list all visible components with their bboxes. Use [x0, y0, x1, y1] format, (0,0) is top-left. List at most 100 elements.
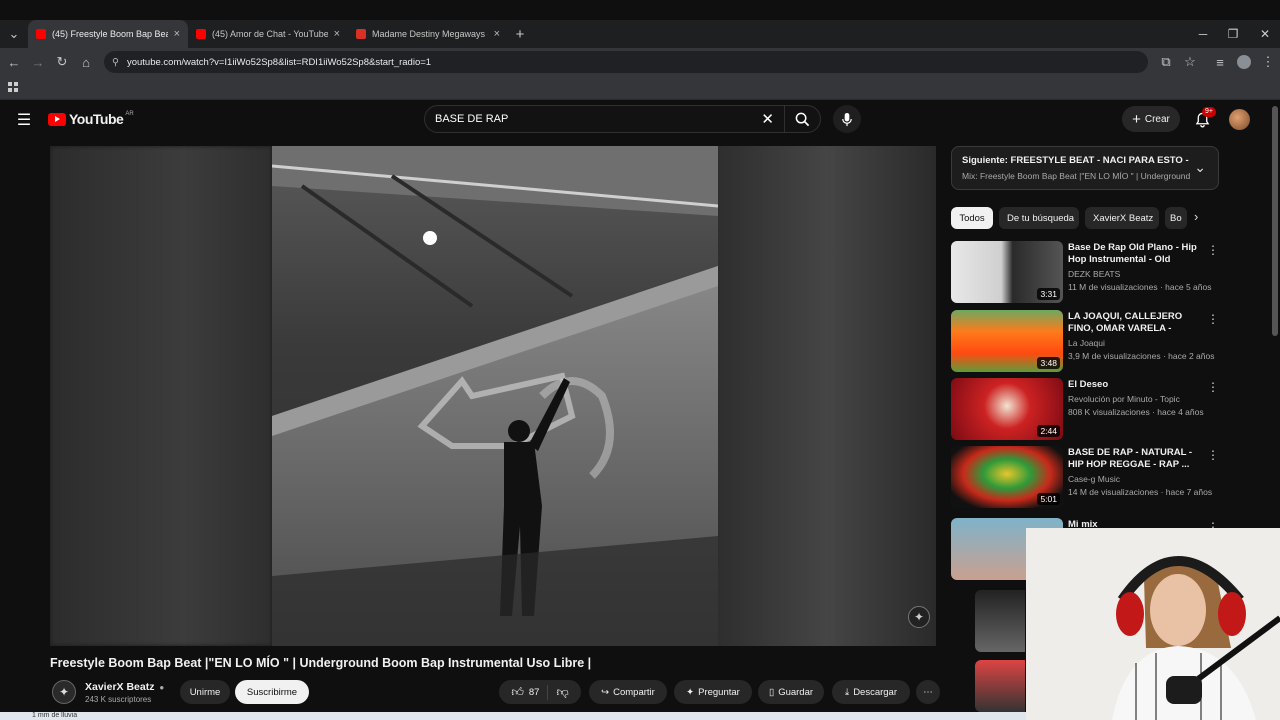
view-stats: 3,9 M de visualizaciones · hace 2 años	[1068, 351, 1215, 361]
video-title[interactable]: El Deseo	[1068, 379, 1203, 391]
home-icon[interactable]: ⌂	[74, 50, 98, 74]
video-thumbnail[interactable]: 3:48	[951, 310, 1063, 372]
apps-grid-icon[interactable]	[8, 82, 18, 92]
microphone-icon	[842, 112, 852, 126]
site-favicon-icon	[356, 29, 366, 39]
video-thumbnail[interactable]: 5:01	[951, 446, 1063, 508]
scrollbar-thumb[interactable]	[1272, 106, 1278, 336]
video-player[interactable]: ✦	[50, 146, 936, 646]
video-duration: 2:44	[1037, 425, 1060, 437]
video-title[interactable]: LA JOAQUI, CALLEJERO FINO, OMAR VARELA -…	[1068, 311, 1203, 335]
subscribe-button[interactable]: Suscribirme	[235, 680, 309, 704]
more-vertical-icon[interactable]: ⋮	[1207, 312, 1219, 326]
list-item[interactable]: 3:48 LA JOAQUI, CALLEJERO FINO, OMAR VAR…	[951, 310, 1219, 374]
search-input[interactable]: BASE DE RAP	[425, 113, 751, 125]
dislike-button[interactable]: 👎︎	[548, 685, 576, 700]
verified-check-icon: ●	[159, 683, 165, 692]
like-button[interactable]: 👍︎ 87	[503, 684, 549, 700]
create-button[interactable]: + Crear	[1122, 106, 1180, 132]
tab-title: (45) Freestyle Boom Bap Beat |	[52, 29, 168, 39]
search-button[interactable]	[784, 106, 820, 132]
channel-name[interactable]: Revolución por Minuto - Topic	[1068, 394, 1203, 404]
thumbs-up-icon: 👍︎	[511, 684, 524, 699]
channel-name-text: XavierX Beatz	[85, 681, 155, 693]
bookmark-star-icon[interactable]: ☆	[1178, 50, 1202, 74]
more-vertical-icon[interactable]: ⋮	[1207, 243, 1219, 257]
clear-search-icon[interactable]: ✕	[751, 110, 784, 128]
up-next-card[interactable]: Siguiente: FREESTYLE BEAT - NACI PARA ES…	[951, 146, 1219, 190]
voice-search-button[interactable]	[833, 105, 861, 133]
browser-tab-1[interactable]: (45) Freestyle Boom Bap Beat | ×	[28, 20, 188, 48]
url-field[interactable]: ⚲ youtube.com/watch?v=I1iiWo52Sp8&list=R…	[104, 51, 1148, 73]
channel-name[interactable]: La Joaqui	[1068, 338, 1203, 348]
more-actions-button[interactable]: ⋯	[916, 680, 940, 704]
avatar[interactable]	[1229, 109, 1250, 130]
page-scrollbar[interactable]	[1271, 100, 1279, 520]
download-label: Descargar	[853, 686, 898, 698]
chip-partial[interactable]: Bo	[1165, 207, 1187, 229]
view-stats: 14 M de visualizaciones · hace 7 años	[1068, 487, 1213, 497]
hamburger-menu-icon[interactable]: ☰	[14, 110, 34, 130]
webcam-overlay	[1026, 528, 1280, 720]
plus-icon: +	[1132, 110, 1141, 128]
ask-button[interactable]: ✦ Preguntar	[674, 680, 752, 704]
video-thumbnail[interactable]: 3:31	[951, 241, 1063, 303]
more-vertical-icon[interactable]: ⋮	[1207, 380, 1219, 394]
chip-de-tu-busqueda[interactable]: De tu búsqueda	[999, 207, 1079, 229]
forward-arrow-icon[interactable]: →	[26, 50, 50, 74]
profile-icon[interactable]	[1232, 50, 1256, 74]
reload-icon[interactable]: ↻	[50, 50, 74, 74]
list-item[interactable]: 3:31 Base De Rap Old Plano - Hip Hop Ins…	[951, 241, 1219, 305]
channel-name[interactable]: DEZK BEATS	[1068, 269, 1203, 279]
chip-xavierx-beatz[interactable]: XavierX Beatz	[1085, 207, 1159, 229]
chip-todos[interactable]: Todos	[951, 207, 993, 229]
channel-watermark-icon[interactable]: ✦	[908, 606, 930, 628]
list-item[interactable]: 2:44 El Deseo Revolución por Minuto - To…	[951, 378, 1219, 442]
maximize-button[interactable]: ❐	[1218, 20, 1248, 48]
share-label: Compartir	[613, 686, 655, 698]
media-controls-icon[interactable]: ≡	[1208, 50, 1232, 74]
browser-tab-bar: ⌄ (45) Freestyle Boom Bap Beat | × (45) …	[0, 20, 1280, 48]
channel-name[interactable]: XavierX Beatz ●	[85, 681, 164, 693]
video-thumbnail[interactable]: 2:44	[951, 378, 1063, 440]
new-tab-button[interactable]: +	[508, 22, 532, 46]
video-thumbnail[interactable]	[975, 590, 1025, 652]
save-label: Guardar	[778, 686, 814, 698]
view-stats: 808 K visualizaciones · hace 4 años	[1068, 407, 1204, 417]
channel-avatar[interactable]: ✦	[52, 680, 76, 704]
tab-title: Madame Destiny Megaways -	[372, 29, 488, 39]
join-button[interactable]: Unirme	[180, 680, 230, 704]
list-item[interactable]: 5:01 BASE DE RAP - NATURAL - HIP HOP REG…	[951, 446, 1219, 510]
video-thumbnail[interactable]	[975, 660, 1025, 712]
youtube-logo[interactable]: YouTube AR	[48, 111, 134, 127]
site-info-icon[interactable]: ⚲	[112, 57, 119, 68]
share-button[interactable]: ↪ Compartir	[589, 680, 667, 704]
install-icon[interactable]: ⧉	[1154, 50, 1178, 74]
taskbar: 1 mm de lluvia	[0, 712, 1026, 720]
close-tab-icon[interactable]: ×	[334, 28, 340, 40]
thumbs-down-icon: 👎︎	[556, 684, 569, 699]
minimize-button[interactable]: ─	[1188, 20, 1218, 48]
tab-title: (45) Amor de Chat - YouTube	[212, 29, 328, 39]
chevron-down-icon[interactable]: ⌄	[1194, 159, 1206, 176]
browser-tab-2[interactable]: (45) Amor de Chat - YouTube ×	[188, 20, 348, 48]
chevron-right-icon[interactable]: ›	[1194, 209, 1198, 224]
search-box[interactable]: BASE DE RAP ✕	[424, 105, 821, 133]
browser-tab-3[interactable]: Madame Destiny Megaways - ×	[348, 20, 508, 48]
close-tab-icon[interactable]: ×	[494, 28, 500, 40]
close-tab-icon[interactable]: ×	[174, 28, 180, 40]
browser-menu-icon[interactable]: ⋮	[1256, 50, 1280, 74]
close-window-button[interactable]: ✕	[1250, 20, 1280, 48]
channel-name[interactable]: Case-g Music	[1068, 474, 1203, 484]
video-title: Freestyle Boom Bap Beat |"EN LO MÍO " | …	[50, 656, 592, 670]
video-title[interactable]: BASE DE RAP - NATURAL - HIP HOP REGGAE -…	[1068, 447, 1203, 471]
address-bar-row: ← → ↻ ⌂ ⚲ youtube.com/watch?v=I1iiWo52Sp…	[0, 48, 1280, 76]
video-title[interactable]: Base De Rap Old Plano - Hip Hop Instrume…	[1068, 242, 1203, 266]
save-button[interactable]: ▯ Guardar	[758, 680, 824, 704]
tab-search-button[interactable]: ⌄	[0, 22, 28, 46]
back-arrow-icon[interactable]: ←	[2, 50, 26, 74]
notifications-button[interactable]: 9+	[1192, 107, 1216, 130]
youtube-favicon-icon	[196, 29, 206, 39]
download-button[interactable]: ⤓ Descargar	[832, 680, 910, 704]
more-vertical-icon[interactable]: ⋮	[1207, 448, 1219, 462]
